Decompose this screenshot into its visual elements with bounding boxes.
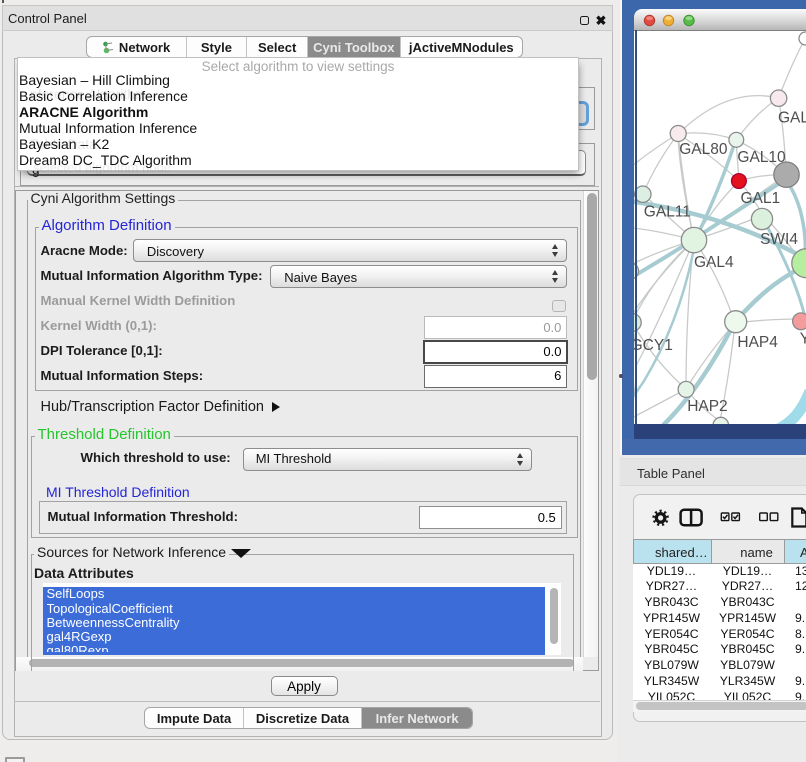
svg-text:HAP4: HAP4: [737, 334, 778, 351]
svg-text:GAL11: GAL11: [644, 204, 691, 221]
svg-text:GAL1: GAL1: [741, 190, 781, 207]
svg-text:GAL10: GAL10: [737, 149, 786, 166]
svg-text:GAL2: GAL2: [778, 110, 806, 127]
svg-text:GAL4: GAL4: [694, 254, 734, 271]
svg-text:Y: Y: [800, 331, 806, 348]
svg-text:HAP2: HAP2: [687, 398, 728, 415]
svg-text:GCY1: GCY1: [634, 337, 673, 354]
svg-text:SWI4: SWI4: [760, 231, 798, 248]
svg-text:GAL80: GAL80: [679, 141, 728, 158]
